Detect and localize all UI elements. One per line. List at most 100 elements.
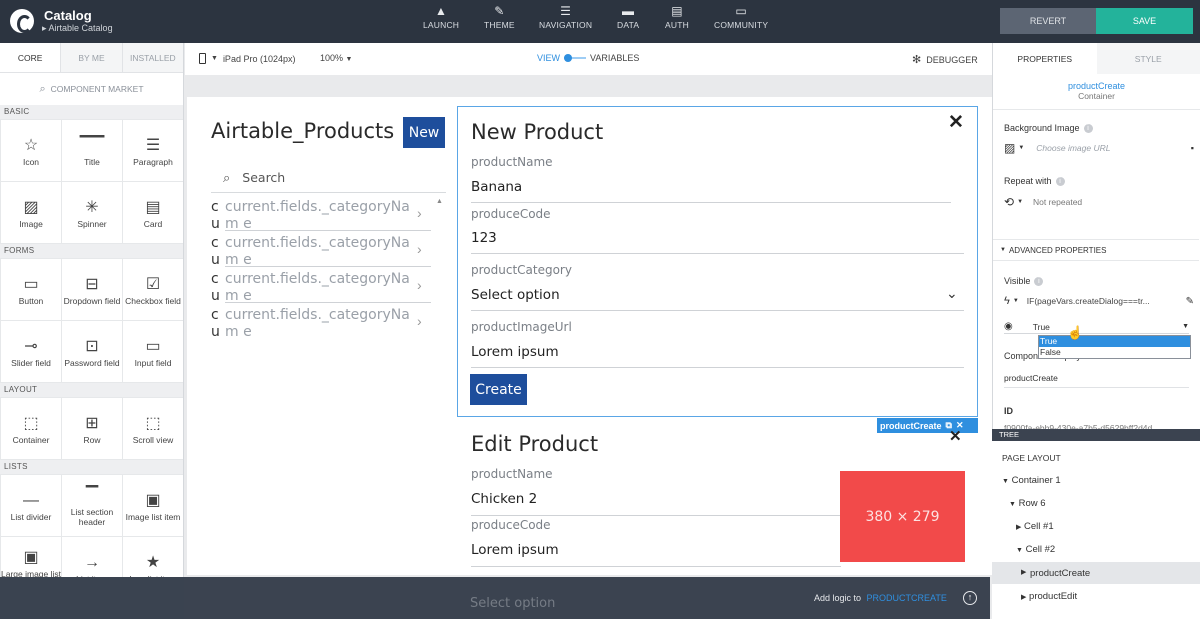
edit-category-select[interactable]: Select option xyxy=(470,596,555,611)
component-container[interactable]: ⬚ Container xyxy=(1,398,61,459)
component-list-section-header[interactable]: ▔ List section header xyxy=(62,475,122,536)
tree-item-product-edit[interactable]: ▶ productEdit xyxy=(1021,591,1077,602)
component-icon[interactable]: ☆ Icon xyxy=(1,120,61,181)
image-url-input[interactable]: Choose image URL xyxy=(1036,143,1110,153)
device-selector[interactable]: ▼ iPad Pro (1024px) xyxy=(199,53,295,64)
list-item[interactable]: c u current.fields._categoryNam e › xyxy=(211,271,431,307)
tab-installed[interactable]: INSTALLED xyxy=(121,43,183,72)
nav-theme[interactable]: ✎ THEME xyxy=(484,0,515,30)
debugger-button[interactable]: ✻ DEBUGGER xyxy=(912,53,978,66)
nav-navigation[interactable]: ☰ NAVIGATION xyxy=(539,0,592,30)
component-image[interactable]: ▨ Image xyxy=(1,182,61,243)
info-icon[interactable]: i xyxy=(1083,124,1093,134)
search-input[interactable]: Search xyxy=(242,170,285,185)
component-input-field[interactable]: ▭ Input field xyxy=(123,321,183,382)
add-logic-target[interactable]: PRODUCTCREATE xyxy=(867,593,947,603)
component-slider-field[interactable]: ⊸ Slider field xyxy=(1,321,61,382)
info-icon[interactable]: i xyxy=(1034,277,1044,287)
nav-label: NAVIGATION xyxy=(539,20,593,30)
list-item[interactable]: c u current.fields._categoryNam e › xyxy=(211,307,431,343)
component-market-link[interactable]: ⌕ COMPONENT MARKET xyxy=(0,73,183,105)
tab-properties[interactable]: PROPERTIES xyxy=(993,43,1097,74)
component-label: Spinner xyxy=(77,218,107,229)
tree-item-label: Cell #2 xyxy=(1025,544,1056,555)
tree-item-product-create[interactable]: ▶ productCreate xyxy=(992,562,1200,584)
layout-components: ⬚ Container ⊞ Row ⬚ Scroll view xyxy=(0,397,183,460)
tree-item-row-6[interactable]: ▼ Row 6 xyxy=(1009,498,1046,509)
product-name-label: productName xyxy=(471,155,553,169)
section-forms: FORMS xyxy=(0,244,183,258)
toggle-switch[interactable] xyxy=(564,54,587,62)
component-button[interactable]: ▭ Button xyxy=(1,259,61,320)
component-row[interactable]: ⊞ Row xyxy=(62,398,122,459)
icon-list-icon: ★ xyxy=(145,553,161,571)
nav-launch[interactable]: ▲ LAUNCH xyxy=(423,0,459,30)
selection-tag[interactable]: productCreate ⧉ ✕ xyxy=(877,418,978,433)
component-card[interactable]: ▤ Card xyxy=(123,182,183,243)
component-list-divider[interactable]: ― List divider xyxy=(1,475,61,536)
component-dropdown-field[interactable]: ⊟ Dropdown field xyxy=(62,259,122,320)
visible-expression[interactable]: IF(pageVars.createDialog===tr... xyxy=(1027,296,1150,306)
list-item[interactable]: c u current.fields._categoryNam e › xyxy=(211,235,431,271)
nav-community[interactable]: ▭ COMMUNITY xyxy=(714,0,768,30)
brush-icon: ✎ xyxy=(494,4,505,18)
component-checkbox-field[interactable]: ☑ Checkbox field xyxy=(123,259,183,320)
dropdown-option-false[interactable]: False xyxy=(1039,347,1190,358)
close-icon[interactable]: ✕ xyxy=(949,427,962,445)
produce-code-input[interactable]: 123 xyxy=(471,230,497,246)
product-name-input[interactable]: Banana xyxy=(471,179,522,195)
list-item[interactable]: c u current.fields._categoryNam e › xyxy=(211,199,431,235)
password-icon: ⊡ xyxy=(85,337,99,355)
repeat-with-selector[interactable]: ⟲ ▼ Not repeated xyxy=(1004,195,1082,209)
view-variables-toggle[interactable]: VIEW VARIABLES xyxy=(537,53,639,63)
zoom-selector[interactable]: 100% ▼ xyxy=(320,53,352,63)
nav-auth[interactable]: ▤ AUTH xyxy=(665,0,689,30)
revert-button[interactable]: REVERT xyxy=(1000,8,1096,34)
tree-item-cell-2[interactable]: ▼ Cell #2 xyxy=(1016,544,1055,555)
product-create-container[interactable]: New Product ✕ productName Banana produce… xyxy=(457,106,978,417)
scroll-up-icon[interactable]: ▲ xyxy=(436,198,443,205)
new-button[interactable]: New xyxy=(403,117,445,148)
product-category-select[interactable]: Select option xyxy=(471,287,560,303)
gallery-icon[interactable]: ▪ xyxy=(1191,143,1194,153)
display-name-input[interactable]: productCreate xyxy=(1004,373,1189,388)
edit-product-name-input[interactable]: Chicken 2 xyxy=(471,491,537,507)
paragraph-icon: ☰ xyxy=(145,136,161,154)
dropdown-option-true[interactable]: True xyxy=(1039,336,1190,347)
advanced-properties-toggle[interactable]: ▼ ADVANCED PROPERTIES xyxy=(993,239,1199,261)
component-title[interactable]: ▔▔ Title xyxy=(62,120,122,181)
background-image-picker[interactable]: ▨ ▼ Choose image URL ▪ xyxy=(1004,141,1194,155)
visible-expression-field[interactable]: ϟ ▼ IF(pageVars.createDialog===tr... ✎ xyxy=(1004,295,1194,307)
component-label: Checkbox field xyxy=(125,295,181,306)
caret-right-icon: ▶ xyxy=(1021,569,1027,576)
save-button[interactable]: SAVE xyxy=(1096,8,1193,34)
component-paragraph[interactable]: ☰ Paragraph xyxy=(123,120,183,181)
tab-style[interactable]: STYLE xyxy=(1096,43,1200,74)
list-divider-icon: ― xyxy=(23,491,39,509)
tree-item-cell-1[interactable]: ▶ Cell #1 xyxy=(1016,521,1054,532)
add-logic-text: Add logic to xyxy=(814,593,862,603)
close-icon[interactable]: ✕ xyxy=(948,111,964,134)
nav-data[interactable]: ▬ DATA xyxy=(617,0,639,30)
component-scroll-view[interactable]: ⬚ Scroll view xyxy=(123,398,183,459)
edit-produce-code-input[interactable]: Lorem ipsum xyxy=(471,542,559,558)
tree-item-container-1[interactable]: ▼ Container 1 xyxy=(1002,475,1061,486)
app-subtitle[interactable]: ▸ Airtable Catalog xyxy=(42,23,113,34)
edit-icon[interactable]: ✎ xyxy=(1186,296,1194,307)
tab-core[interactable]: CORE xyxy=(0,43,61,72)
search-bar[interactable]: ⌕ Search xyxy=(211,163,446,193)
component-password-field[interactable]: ⊡ Password field xyxy=(62,321,122,382)
info-icon[interactable]: i xyxy=(1055,177,1065,187)
arrow-up-circle-icon[interactable]: ↑ xyxy=(963,591,977,605)
tab-by-me[interactable]: BY ME xyxy=(60,43,122,72)
visible-select[interactable]: ◉ True ▼ xyxy=(1004,320,1189,334)
advanced-properties-label: ADVANCED PROPERTIES xyxy=(1008,245,1107,255)
row-icon: ⊞ xyxy=(85,414,99,432)
nav-label: LAUNCH xyxy=(423,20,460,30)
component-spinner[interactable]: ✳ Spinner xyxy=(62,182,122,243)
component-image-list-item[interactable]: ▣ Image list item xyxy=(123,475,183,536)
app-logo-icon[interactable] xyxy=(10,9,34,33)
product-image-url-input[interactable]: Lorem ipsum xyxy=(471,344,559,360)
chevron-down-icon[interactable]: ⌄ xyxy=(946,285,958,302)
create-button[interactable]: Create xyxy=(470,374,527,405)
